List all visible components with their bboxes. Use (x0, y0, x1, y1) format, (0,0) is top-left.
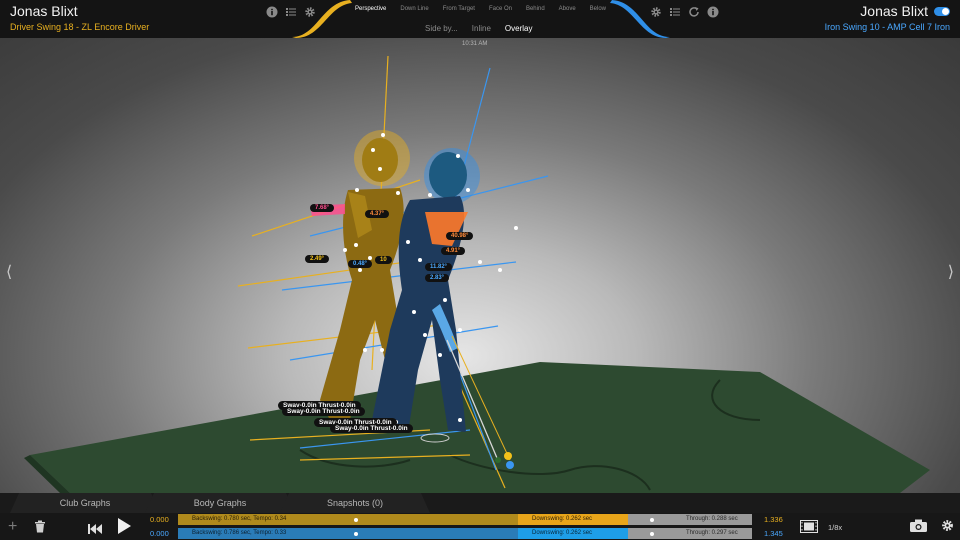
sway-label: Sway-0.0in Thrust-0.0in (330, 424, 413, 433)
trash-icon[interactable] (34, 520, 46, 538)
mode-side-by-side[interactable]: Side by... (425, 24, 458, 33)
shoulder-angle-label: 40.98° (446, 232, 474, 240)
top-bar: Jonas Blixt Driver Swing 18 - ZL Encore … (0, 0, 960, 38)
list-icon[interactable] (669, 6, 681, 18)
blue-backswing-segment[interactable]: Backswing: 0.786 sec, Tempo: 0.33 (178, 528, 518, 539)
play-icon[interactable] (117, 518, 131, 539)
gold-knee-angle-label: 2.49° (305, 255, 330, 263)
gold-ball (504, 452, 512, 460)
blue-ball (506, 461, 514, 469)
tab-below[interactable]: Below (583, 6, 613, 12)
gold-downswing-segment[interactable]: Downswing: 0.262 sec (518, 514, 628, 525)
visibility-toggle[interactable] (934, 7, 950, 16)
scene-graphics (24, 55, 930, 493)
rewind-icon[interactable] (88, 521, 102, 539)
right-player-name: Jonas Blixt (860, 3, 928, 19)
tab-down-line[interactable]: Down Line (393, 6, 435, 12)
gold-short-angle-label: 10 (375, 256, 392, 264)
right-toolbar (650, 6, 719, 18)
blue-arm-angle-label: 2.83° (425, 274, 450, 282)
blue-start-time: 0.000 (150, 529, 169, 538)
add-icon[interactable]: + (8, 518, 17, 536)
spine-angle-label: 4.91° (441, 247, 466, 255)
gold-backswing-segment[interactable]: Backswing: 0.780 sec, Tempo: 0.34 (178, 514, 518, 525)
hip-angle-label: 4.37° (365, 210, 390, 218)
mode-overlay[interactable]: Overlay (505, 24, 533, 33)
info-icon[interactable] (266, 6, 278, 18)
blue-downswing-segment[interactable]: Downswing: 0.262 sec (518, 528, 628, 539)
left-swing-title: Driver Swing 18 - ZL Encore Driver (10, 22, 150, 32)
tab-from-target[interactable]: From Target (436, 6, 482, 12)
refresh-icon[interactable] (688, 6, 700, 18)
blue-end-time: 1.345 (764, 529, 783, 538)
3d-viewport[interactable]: 7.68° 4.37° 40.98° 4.91° 2.49° 0.48° 10 … (0, 38, 960, 493)
left-player-name: Jonas Blixt (10, 3, 78, 19)
right-swing-title: Iron Swing 10 - AMP Cell 7 Iron (824, 22, 950, 32)
left-player-info[interactable]: Jonas Blixt Driver Swing 18 - ZL Encore … (10, 3, 149, 32)
view-tabs: Perspective Down Line From Target Face O… (348, 6, 613, 12)
next-chevron-icon[interactable]: ⟩ (948, 262, 954, 282)
compare-modes: Side by... Inline Overlay (425, 24, 532, 33)
tab-above[interactable]: Above (552, 6, 583, 12)
info-icon[interactable] (707, 6, 719, 18)
mode-inline[interactable]: Inline (472, 24, 491, 33)
gold-swing-track[interactable]: Backswing: 0.780 sec, Tempo: 0.34 Downsw… (178, 514, 752, 525)
camera-icon[interactable] (910, 519, 927, 537)
sway-label: Sway-0.0in Thrust-0.0in (282, 407, 365, 416)
timestamp: 10:31 AM (462, 41, 488, 47)
tab-body-graphs[interactable]: Body Graphs (145, 493, 295, 513)
gold-through-segment[interactable]: Through: 0.288 sec (628, 514, 752, 525)
blue-through-segment[interactable]: Through: 0.297 sec (628, 528, 752, 539)
gear-icon[interactable] (941, 519, 954, 537)
tab-snapshots[interactable]: Snapshots (0) (280, 493, 430, 513)
blue-knee-angle-label: 0.48° (348, 260, 373, 268)
previous-chevron-icon[interactable]: ⟨ (6, 262, 12, 282)
playback-timeline: + 0.000 0.000 Backswing: 0.780 sec, Temp… (0, 513, 960, 540)
gold-end-time: 1.336 (764, 515, 783, 524)
tab-behind[interactable]: Behind (519, 6, 552, 12)
tab-club-graphs[interactable]: Club Graphs (10, 493, 160, 513)
tab-face-on[interactable]: Face On (482, 6, 519, 12)
blue-hip-angle-label: 11.82° (425, 263, 453, 271)
blue-swing-track[interactable]: Backswing: 0.786 sec, Tempo: 0.33 Downsw… (178, 528, 752, 539)
playback-speed[interactable]: 1/8x (828, 523, 842, 532)
right-player-info[interactable]: Jonas Blixt Iron Swing 10 - AMP Cell 7 I… (825, 3, 950, 32)
graph-tabs: Club Graphs Body Graphs Snapshots (0) (0, 493, 430, 513)
gear-icon[interactable] (650, 6, 662, 18)
left-accent-swoosh (292, 0, 352, 38)
film-icon[interactable] (800, 520, 818, 538)
pink-angle-label: 7.68° (310, 204, 335, 212)
tab-perspective[interactable]: Perspective (348, 6, 393, 12)
gold-start-time: 0.000 (150, 515, 169, 524)
